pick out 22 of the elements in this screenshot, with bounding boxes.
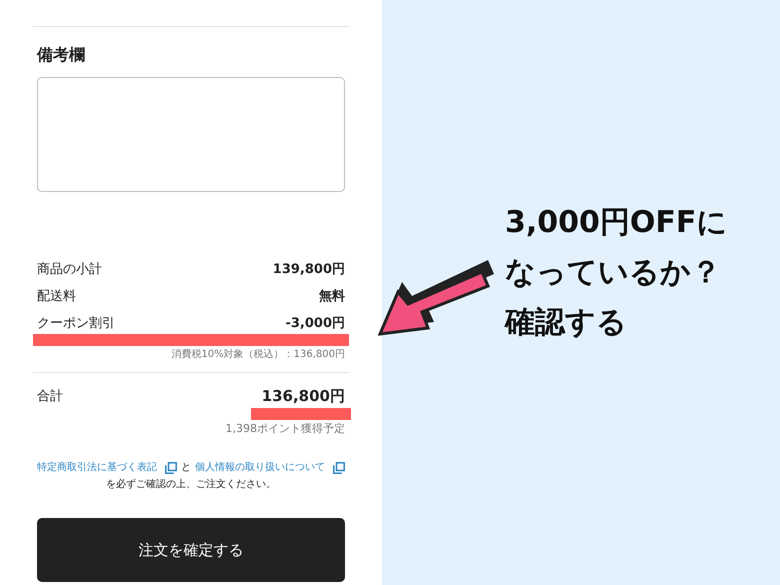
annotation-text: 確認する — [505, 304, 628, 342]
external-link-icon — [333, 462, 345, 474]
legal-link[interactable]: 特定商取引法に基づく表記 — [37, 459, 157, 476]
summary-value: 139,800円 — [272, 260, 345, 278]
summary-value: 無料 — [319, 288, 345, 306]
connector-text: と — [181, 461, 191, 475]
annotation-text: 3,000円OFFに — [505, 204, 728, 242]
notice-text: を必ずご確認の上、ご注文ください。 — [106, 478, 276, 492]
order-button[interactable]: 注文を確定する — [37, 518, 345, 582]
total-value: 136,800円 — [262, 386, 345, 407]
annotation-text: なっているか？ — [505, 254, 722, 292]
external-link-icon — [165, 462, 177, 474]
summary-value: -3,000円 — [285, 314, 345, 332]
section-title: 備考欄 — [37, 44, 86, 66]
summary-label: 配送料 — [37, 288, 76, 306]
privacy-link[interactable]: 個人情報の取り扱いについて — [195, 459, 325, 476]
tax-note: 消費税10%対象（税込）：136,800円 — [170, 348, 345, 362]
remarks-field[interactable] — [37, 77, 345, 192]
points-note: 1,398ポイント獲得予定 — [224, 420, 345, 436]
total-label: 合計 — [37, 388, 63, 406]
summary-label: 商品の小計 — [37, 260, 102, 278]
summary-label: クーポン割引 — [37, 314, 115, 332]
